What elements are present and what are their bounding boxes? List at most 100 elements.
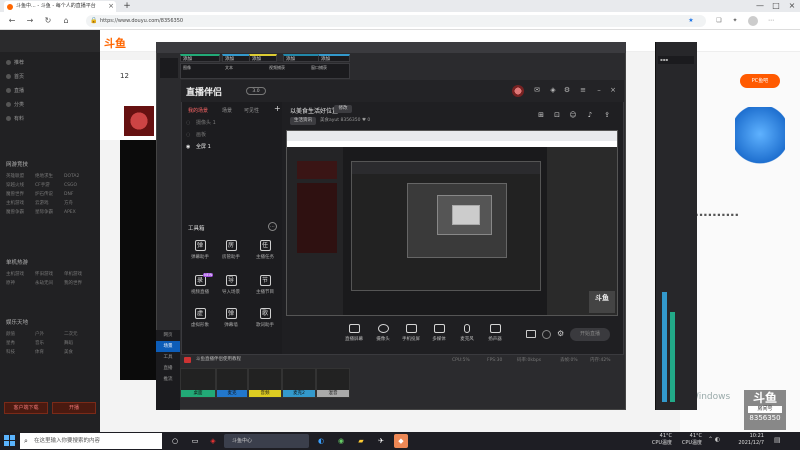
obs-icon[interactable]: ✈ — [374, 434, 388, 448]
app-icon[interactable]: ◈ — [206, 434, 220, 448]
tool-danmu-wall[interactable]: 弹弹幕墙 — [216, 308, 246, 336]
address-bar[interactable]: 🔒 https://www.douyu.com/8356350 — [86, 15, 706, 27]
category-link[interactable]: 星秀 — [6, 340, 35, 348]
collections-icon[interactable]: ❏ — [714, 16, 724, 26]
side-nav-item[interactable]: 直播 — [6, 86, 96, 96]
category-link[interactable]: CF手游 — [35, 182, 64, 190]
stream-player-area[interactable] — [120, 140, 160, 380]
side-nav-item[interactable]: 分类 — [6, 100, 96, 110]
tool-avatar[interactable]: 虚虚拟形象 — [185, 308, 215, 336]
scene-row-active[interactable]: ◉ 全屏 1 — [186, 142, 276, 153]
close-window-button[interactable]: × — [786, 0, 798, 12]
folder-icon[interactable]: ▰ — [354, 434, 368, 448]
side-item-active[interactable]: 场景 — [156, 341, 180, 352]
side-nav-item[interactable]: 推荐 — [6, 58, 96, 68]
minimize-button[interactable]: — — [754, 0, 766, 12]
douyu-companion-icon[interactable]: ◆ — [394, 434, 408, 448]
category-link[interactable]: 炉石传说 — [35, 191, 64, 199]
clock[interactable]: 10:21 2021/12/7 — [730, 433, 764, 447]
category-link[interactable]: 绝地求生 — [35, 173, 64, 181]
side-nav-item[interactable]: 有料 — [6, 114, 96, 124]
tool-room-admin[interactable]: 房房管助手 — [216, 240, 246, 268]
obs-source-tab[interactable]: 添加 — [180, 54, 220, 62]
close-icon[interactable]: × — [608, 85, 618, 95]
category-link[interactable]: 科技 — [6, 349, 35, 357]
message-icon[interactable]: ✉ — [532, 85, 542, 95]
screen-capture-button[interactable]: 直播屏幕 — [339, 324, 369, 350]
side-item[interactable]: 直播 — [156, 363, 180, 374]
eye-icon[interactable]: ◌ — [186, 118, 196, 129]
refresh-icon[interactable]: ↻ — [42, 15, 54, 27]
start-stream-button[interactable]: 开播 — [52, 402, 96, 414]
fans-icon[interactable]: ☺ — [568, 110, 578, 120]
tutorial-notice[interactable]: 斗鱼直播伴侣使用教程 — [182, 355, 282, 365]
record-icon[interactable] — [526, 330, 536, 338]
timer-icon[interactable] — [542, 330, 551, 339]
eye-icon[interactable]: ◌ — [186, 130, 196, 141]
notification-icon[interactable]: ▤ — [774, 436, 786, 446]
category-link[interactable]: 星际争霸 — [35, 209, 64, 217]
obs-source-row[interactable]: 窗口捕获 — [311, 65, 327, 71]
back-arrow-icon[interactable]: ← — [6, 15, 18, 27]
category-link[interactable]: DOTA2 — [64, 173, 93, 181]
start-windows-icon[interactable] — [4, 435, 15, 446]
category-link[interactable]: 体育 — [35, 349, 64, 357]
share-icon[interactable]: ⇪ — [602, 110, 612, 120]
favorite-star-icon[interactable]: ★ — [686, 16, 696, 26]
mixer-channel[interactable]: 桌面 — [180, 368, 216, 398]
category-link[interactable]: 主机游戏 — [6, 200, 35, 208]
edge-browser-icon[interactable]: ◐ — [314, 434, 328, 448]
browser-tab[interactable]: 斗鱼中... - 斗鱼 - 每个人的直播平台 — [4, 1, 116, 12]
eye-icon[interactable]: ◉ — [186, 142, 196, 153]
tab-close-icon[interactable]: × — [106, 1, 116, 11]
settings-icon[interactable]: ⚙ — [562, 85, 572, 95]
mixer-channel[interactable]: 麦克2 — [282, 368, 316, 398]
side-nav-item[interactable]: 首页 — [6, 72, 96, 82]
obs-source-row[interactable]: 文本 — [225, 65, 233, 71]
tool-import-scene[interactable]: 导导入场景 — [216, 275, 246, 303]
category-link[interactable]: 云游戏 — [35, 200, 64, 208]
microphone-button[interactable]: 麦克风 — [452, 324, 482, 350]
promo-badge[interactable]: PC鱼吧 — [740, 74, 780, 88]
room-category-tag[interactable]: 生活资讯 — [290, 117, 316, 125]
category-link[interactable]: CSGO — [64, 182, 93, 190]
anchor-avatar[interactable] — [124, 106, 154, 136]
gift-icon[interactable]: ⊞ — [536, 110, 546, 120]
category-link[interactable]: 魔兽争霸 — [6, 209, 35, 217]
scene-row[interactable]: ◌ 摄像头 1 — [186, 118, 276, 129]
category-link[interactable]: APEX — [64, 209, 93, 217]
taskbar-active-window[interactable]: 斗鱼中心 — [224, 434, 309, 448]
obs-source-tab[interactable]: 添加 — [249, 54, 277, 62]
tab-scenes[interactable]: 场景 — [222, 107, 232, 114]
category-link[interactable]: 音乐 — [35, 340, 64, 348]
toolbox-more-icon[interactable]: ⋯ — [268, 222, 277, 231]
edit-title-button[interactable]: 修改 — [334, 105, 352, 113]
wechat-icon[interactable]: ◉ — [334, 434, 348, 448]
category-link[interactable]: 魔兽世界 — [6, 191, 35, 199]
camera-button[interactable]: 摄像头 — [368, 324, 398, 350]
mixer-channel[interactable]: 音频 — [248, 368, 282, 398]
category-link[interactable]: 英雄联盟 — [6, 173, 35, 181]
category-link[interactable]: 户外 — [35, 331, 64, 339]
forward-arrow-icon[interactable]: → — [24, 15, 36, 27]
category-link[interactable]: 二次元 — [64, 331, 93, 339]
skin-icon[interactable]: ◈ — [548, 85, 558, 95]
category-link[interactable]: 穿越火线 — [6, 182, 35, 190]
category-link[interactable]: 永劫无间 — [35, 280, 64, 288]
tab-my-scenes[interactable]: 我的场景 — [188, 107, 208, 114]
category-link[interactable]: 方舟 — [64, 200, 93, 208]
tab-visibility[interactable]: 可见性 — [244, 107, 259, 114]
speaker-button[interactable]: 扬声器 — [480, 324, 510, 350]
minimize-icon[interactable]: – — [594, 85, 604, 95]
bell-icon[interactable]: ♪ — [585, 110, 595, 120]
profile-avatar[interactable] — [748, 16, 758, 26]
more-menu-icon[interactable]: ⋯ — [766, 16, 776, 26]
tool-program[interactable]: 节主播节目 — [250, 275, 280, 303]
site-logo[interactable]: 斗鱼 — [104, 35, 136, 50]
side-item[interactable]: 推流 — [156, 374, 180, 385]
mixer-channel[interactable]: 麦克 — [216, 368, 248, 398]
taskbar-search-input[interactable]: ⌕ 在这里输入你要搜索的内容 — [20, 433, 162, 449]
tool-danmu[interactable]: 弹弹幕助手 — [185, 240, 215, 268]
add-scene-button[interactable]: + — [274, 104, 281, 113]
tool-anchor-task[interactable]: 任主播任务 — [250, 240, 280, 268]
